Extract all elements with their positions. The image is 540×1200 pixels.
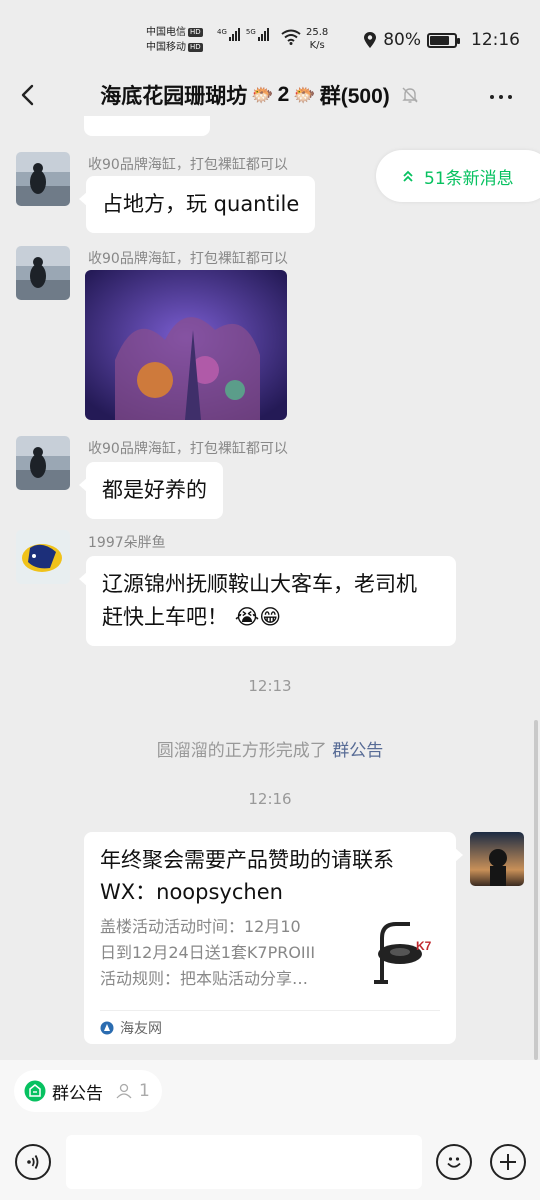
avatar-image bbox=[16, 246, 70, 300]
chat-title: 海底花园珊瑚坊 🐡 2 🐡 群(500) bbox=[50, 80, 470, 110]
card-desc-line: 日到12月24日送1套K7PROIII bbox=[100, 943, 316, 962]
location-icon bbox=[364, 32, 377, 48]
net-speed-value: 25.8 bbox=[306, 27, 329, 38]
voice-icon bbox=[27, 1155, 39, 1169]
new-messages-button[interactable]: 51条新消息 bbox=[376, 150, 540, 202]
sender-name: 1997朵胖鱼 bbox=[88, 535, 166, 551]
svg-text:K7: K7 bbox=[416, 939, 432, 953]
net-speed-unit: K/s bbox=[309, 40, 325, 51]
pufferfish-emoji-icon: 🐡 bbox=[251, 84, 274, 105]
announcement-label: 群公告 bbox=[52, 1083, 103, 1104]
wifi-icon bbox=[281, 29, 301, 45]
more-options-button[interactable] bbox=[486, 82, 516, 112]
group-member-count: 群(500) bbox=[319, 85, 390, 108]
link-card[interactable]: 年终聚会需要产品赞助的请联系 WX：noopsychen 盖楼活动活动时间：12… bbox=[84, 832, 463, 1044]
announcement-icon bbox=[24, 1080, 46, 1102]
avatar[interactable] bbox=[16, 530, 70, 584]
message-bubble[interactable]: 辽源锦州抚顺鞍山大客车，老司机 赶快上车吧！ 😭😁 bbox=[79, 556, 456, 646]
timestamp: 12:13 bbox=[248, 677, 292, 695]
hd-badge: HD bbox=[188, 42, 203, 52]
pufferfish-emoji-icon: 🐡 bbox=[293, 84, 316, 105]
emoji-button[interactable] bbox=[436, 1144, 472, 1180]
message-text-line: 赶快上车吧！ bbox=[102, 605, 228, 629]
battery-icon bbox=[427, 32, 460, 48]
battery-percent: 80% bbox=[383, 30, 421, 50]
avatar-image bbox=[16, 436, 70, 490]
system-message-text: 圆溜溜的正方形完成了 bbox=[156, 741, 327, 761]
card-title-line: WX：noopsychen bbox=[100, 880, 283, 904]
scrollbar[interactable] bbox=[534, 720, 538, 1060]
double-chevron-up-icon bbox=[403, 170, 413, 182]
title-number: 2 bbox=[277, 83, 290, 106]
group-announcement-button[interactable]: 群公告 1 bbox=[14, 1070, 162, 1112]
signal-4g-icon: 4G bbox=[217, 28, 240, 41]
card-source: 海友网 bbox=[100, 1010, 440, 1044]
my-avatar[interactable] bbox=[470, 832, 524, 886]
plus-icon bbox=[500, 1154, 516, 1170]
message-bubble[interactable]: 占地方，玩 quantile bbox=[78, 176, 316, 233]
back-arrow-icon[interactable] bbox=[14, 80, 44, 110]
person-icon bbox=[116, 1083, 132, 1099]
carrier-info: 中国电信 HD 中国移动 HD bbox=[146, 25, 203, 55]
mute-bell-icon bbox=[402, 87, 418, 103]
network-speed: 25.8 K/s bbox=[306, 26, 328, 52]
partial-message-bubble[interactable] bbox=[84, 116, 210, 136]
avatar[interactable] bbox=[16, 436, 70, 490]
avatar[interactable] bbox=[16, 246, 70, 300]
card-title: 年终聚会需要产品赞助的请联系 WX：noopsychen bbox=[100, 844, 440, 908]
carrier-2: 中国移动 bbox=[146, 42, 186, 53]
card-title-line: 年终聚会需要产品赞助的请联系 bbox=[100, 848, 394, 872]
chat-message-list[interactable]: 收90品牌海缸，打包裸缸都可以 占地方，玩 quantile 51条新消息 收9… bbox=[0, 116, 540, 1060]
title-text: 海底花园珊瑚坊 bbox=[100, 85, 248, 108]
card-desc-line: 盖楼活动活动时间：12月10 bbox=[100, 917, 301, 936]
status-bar: 中国电信 HD 中国移动 HD 4G 5G 25.8 K/s 80% 12:16 bbox=[0, 0, 540, 76]
announcement-count: 1 bbox=[139, 1081, 150, 1101]
card-source-name: 海友网 bbox=[120, 1020, 162, 1037]
input-bar bbox=[0, 1124, 540, 1200]
emoji-icon: 😭😁 bbox=[234, 605, 282, 629]
more-functions-button[interactable] bbox=[490, 1144, 526, 1180]
message-bubble[interactable]: 都是好养的 bbox=[79, 462, 223, 519]
source-logo-icon bbox=[100, 1021, 114, 1034]
sender-name: 收90品牌海缸，打包裸缸都可以 bbox=[88, 157, 288, 173]
sender-name: 收90品牌海缸，打包裸缸都可以 bbox=[88, 251, 288, 267]
avatar-image bbox=[16, 152, 70, 206]
voice-button[interactable] bbox=[15, 1144, 51, 1180]
new-messages-label: 51条新消息 bbox=[424, 168, 514, 189]
coral-image bbox=[85, 270, 287, 420]
avatar-image bbox=[470, 832, 524, 886]
avatar-image bbox=[16, 530, 70, 584]
chat-header: 海底花园珊瑚坊 🐡 2 🐡 群(500) bbox=[0, 76, 540, 116]
announcement-link[interactable]: 群公告 bbox=[332, 741, 383, 761]
status-right: 80% 12:16 bbox=[363, 30, 520, 50]
avatar[interactable] bbox=[16, 152, 70, 206]
signal-icons: 4G 5G bbox=[217, 28, 269, 41]
product-thumbnail: K7 bbox=[370, 918, 440, 990]
card-desc-line: 活动规则：把本贴活动分享… bbox=[100, 969, 309, 988]
clock: 12:16 bbox=[471, 30, 520, 50]
quick-bar: 群公告 1 bbox=[0, 1060, 540, 1124]
timestamp: 12:16 bbox=[248, 790, 292, 808]
system-message: 圆溜溜的正方形完成了 群公告 bbox=[0, 736, 540, 761]
message-input[interactable] bbox=[66, 1135, 422, 1189]
sender-name: 收90品牌海缸，打包裸缸都可以 bbox=[88, 441, 288, 457]
smiley-icon bbox=[447, 1157, 461, 1168]
coral-photo[interactable] bbox=[85, 270, 287, 420]
carrier-1: 中国电信 bbox=[146, 27, 186, 38]
card-description: 盖楼活动活动时间：12月10 日到12月24日送1套K7PROIII 活动规则：… bbox=[100, 914, 362, 992]
signal-5g-icon: 5G bbox=[246, 28, 269, 41]
hd-badge: HD bbox=[188, 27, 203, 37]
message-text-line: 辽源锦州抚顺鞍山大客车，老司机 bbox=[102, 572, 417, 596]
